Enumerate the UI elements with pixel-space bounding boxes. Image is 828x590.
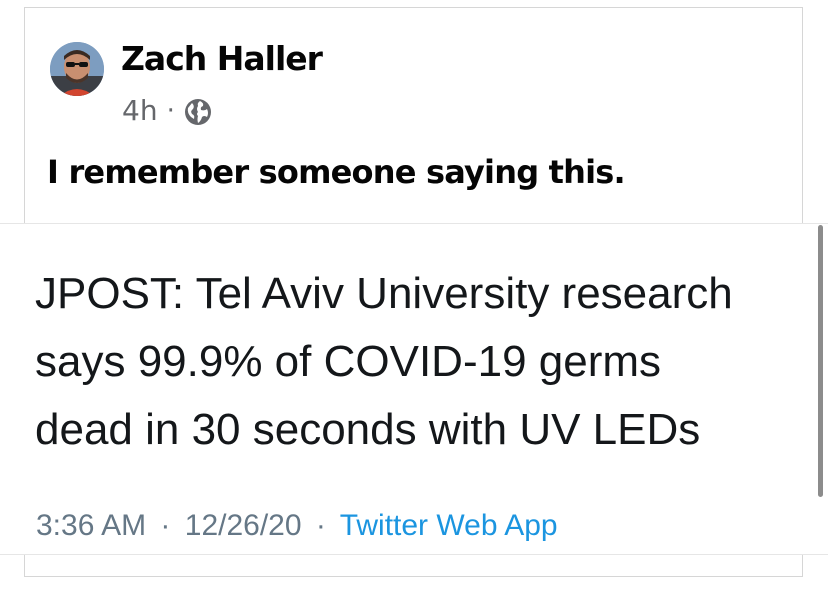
post-meta: 4h ·: [122, 94, 213, 127]
author-name[interactable]: Zach Haller: [121, 39, 323, 78]
tweet-text-line: dead in 30 seconds with UV LEDs: [35, 405, 701, 454]
tweet-text: JPOST: Tel Aviv University research says…: [35, 260, 795, 464]
tweet-screenshot[interactable]: JPOST: Tel Aviv University research says…: [0, 223, 828, 555]
tweet-text-line: JPOST: Tel Aviv University research: [35, 269, 733, 318]
tweet-time: 3:36 AM: [36, 509, 147, 542]
tweet-date: 12/26/20: [184, 509, 302, 542]
tweet-meta-separator: ·: [160, 509, 171, 542]
avatar-photo: [50, 42, 104, 96]
tweet-meta: 3:36 AM · 12/26/20 · Twitter Web App: [36, 509, 558, 543]
meta-separator: ·: [166, 95, 175, 126]
page: Zach Haller 4h · I remember someone sayi…: [0, 0, 828, 590]
avatar[interactable]: [50, 42, 104, 96]
tweet-text-line: says 99.9% of COVID-19 germs: [35, 337, 662, 386]
globe-icon[interactable]: [183, 97, 213, 127]
tweet-source-link[interactable]: Twitter Web App: [340, 509, 558, 542]
post-time[interactable]: 4h: [122, 94, 158, 127]
tweet-meta-separator: ·: [315, 509, 326, 542]
post-text: I remember someone saying this.: [47, 153, 626, 191]
scrollbar-thumb[interactable]: [818, 225, 823, 497]
